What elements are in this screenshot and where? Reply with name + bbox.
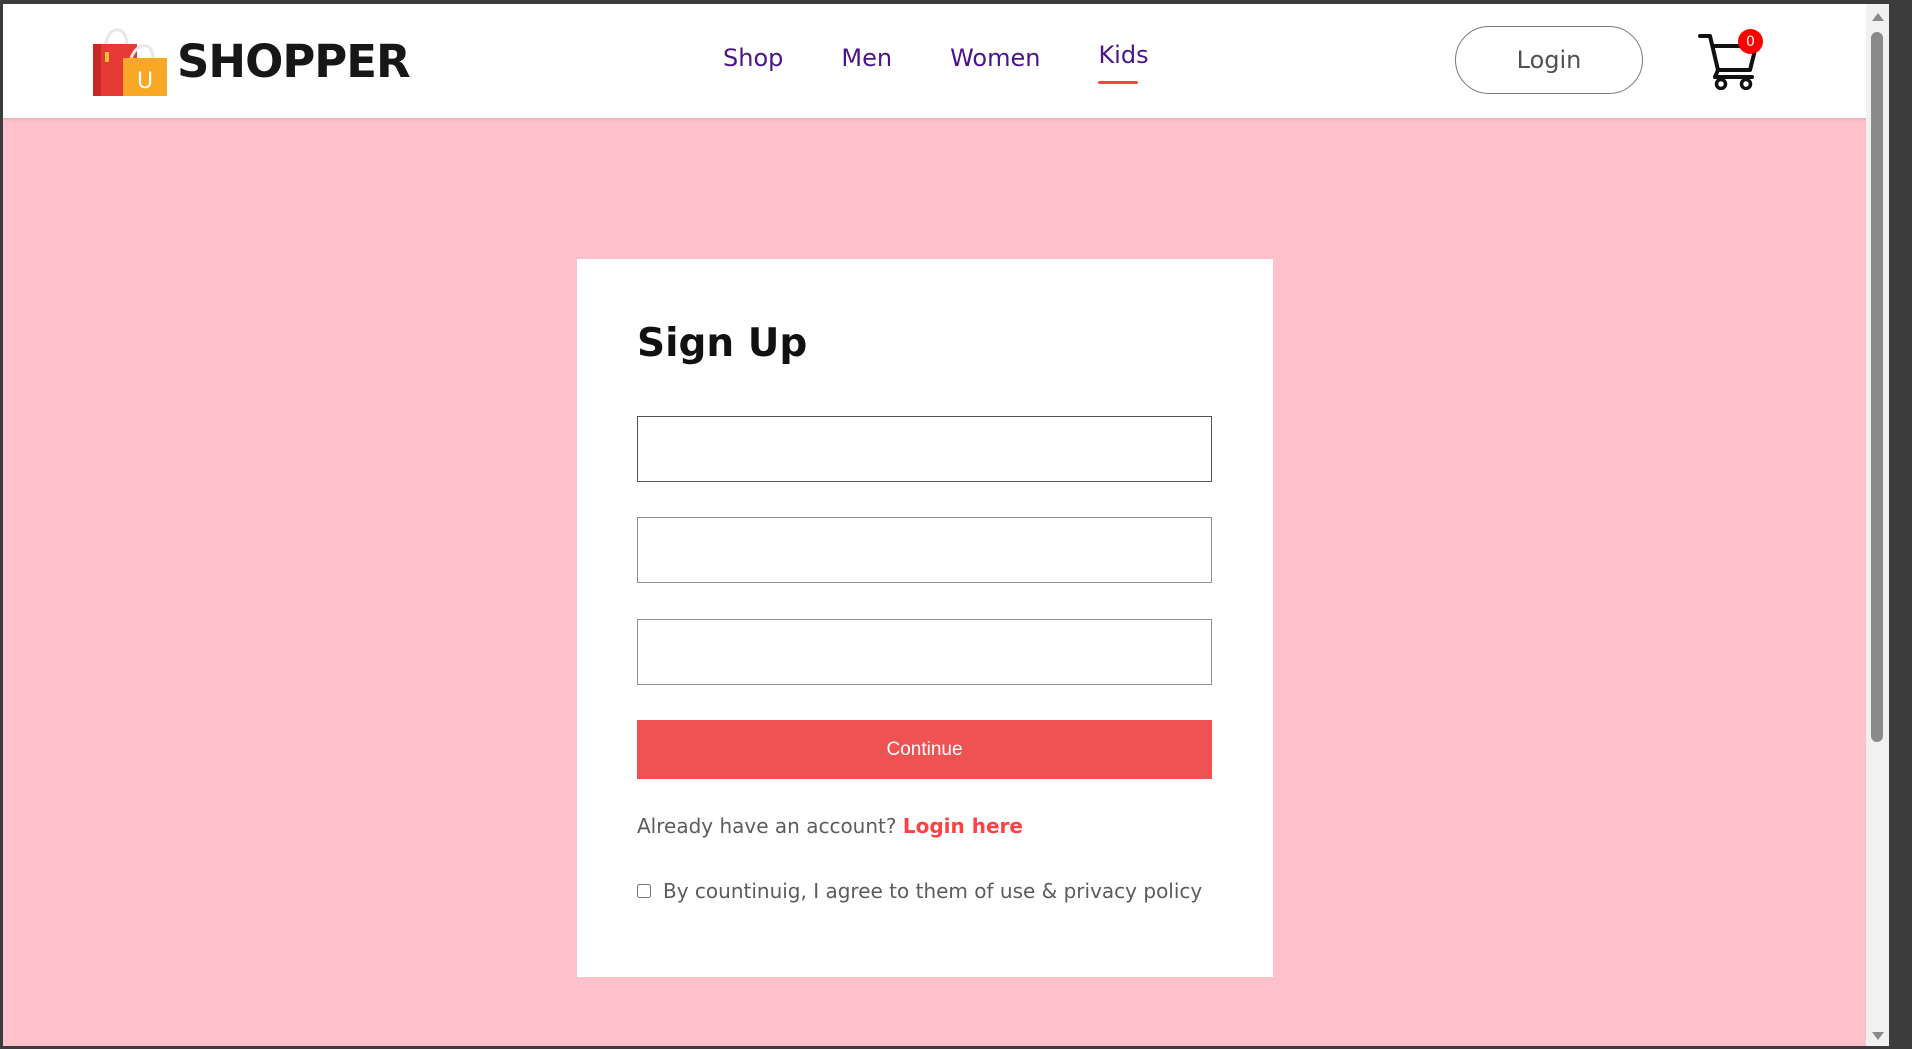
- header-login-button[interactable]: Login: [1455, 26, 1643, 94]
- brand-name: SHOPPER: [177, 34, 411, 88]
- nav-item-kids[interactable]: Kids: [1098, 41, 1149, 84]
- vertical-scrollbar[interactable]: [1866, 4, 1889, 1046]
- continue-button[interactable]: Continue: [637, 720, 1212, 779]
- email-field[interactable]: [637, 517, 1212, 583]
- shopping-bag-icon: U: [93, 28, 167, 96]
- nav-menu: Shop Men Women Kids: [723, 41, 1207, 84]
- nav-item-label: Kids: [1098, 41, 1149, 69]
- nav-item-women[interactable]: Women: [950, 44, 1040, 72]
- login-prompt-row: Already have an account? Login here: [637, 814, 1023, 838]
- agree-text: By countinuig, I agree to them of use & …: [663, 879, 1203, 903]
- password-field[interactable]: [637, 619, 1212, 685]
- login-prompt-text: Already have an account?: [637, 814, 897, 838]
- browser-viewport: U SHOPPER Shop Men Women Kids Login 0 Si…: [3, 4, 1889, 1046]
- nav-item-shop[interactable]: Shop: [723, 44, 783, 72]
- scroll-thumb[interactable]: [1871, 32, 1883, 742]
- agree-row: By countinuig, I agree to them of use & …: [637, 879, 1202, 903]
- nav-item-label: Shop: [723, 44, 784, 72]
- login-here-link[interactable]: Login here: [903, 814, 1023, 838]
- nav-item-label: Women: [950, 44, 1041, 72]
- nav-item-label: Men: [841, 44, 893, 72]
- name-field[interactable]: [637, 416, 1212, 482]
- scroll-up-arrow-icon[interactable]: [1872, 13, 1884, 21]
- cart-count-badge: 0: [1738, 29, 1763, 54]
- scroll-down-arrow-icon[interactable]: [1872, 1032, 1884, 1040]
- signup-card: Sign Up Continue Already have an account…: [577, 259, 1273, 977]
- navbar: U SHOPPER Shop Men Women Kids Login 0: [3, 4, 1889, 118]
- signup-title: Sign Up: [637, 321, 808, 366]
- active-underline: [1098, 81, 1139, 84]
- brand-logo[interactable]: U SHOPPER: [91, 26, 411, 96]
- logo-letter: U: [137, 69, 153, 94]
- nav-item-men[interactable]: Men: [841, 44, 892, 72]
- agree-checkbox[interactable]: [637, 884, 651, 898]
